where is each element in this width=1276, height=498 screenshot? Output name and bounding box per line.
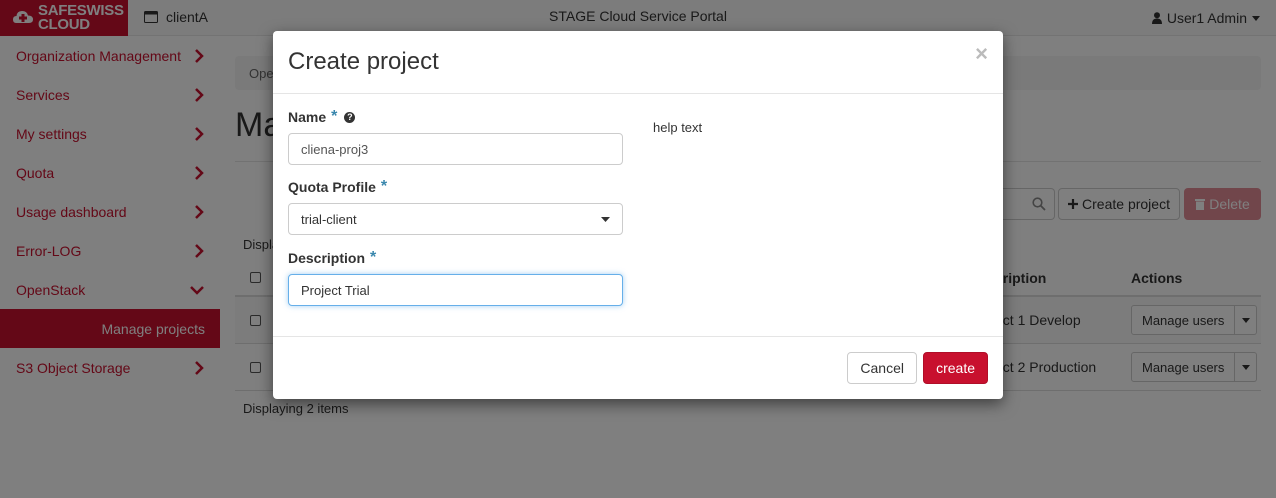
- modal-body: Name * ? help text Quota Profile * trial…: [273, 94, 1003, 336]
- cancel-button[interactable]: Cancel: [847, 352, 917, 384]
- quota-profile-select[interactable]: trial-client: [288, 203, 623, 235]
- close-icon[interactable]: ×: [975, 43, 988, 65]
- create-button[interactable]: create: [923, 352, 988, 384]
- description-label: Description *: [288, 249, 376, 267]
- quota-profile-value: trial-client: [301, 211, 357, 227]
- modal-title: Create project: [288, 48, 439, 75]
- description-label-text: Description: [288, 250, 366, 266]
- name-label-text: Name: [288, 109, 327, 125]
- required-asterisk: *: [370, 249, 377, 266]
- create-project-dialog: Create project × Name * ? help text Quot…: [273, 31, 1003, 399]
- required-asterisk: *: [380, 178, 388, 195]
- quota-profile-label-text: Quota Profile: [288, 179, 376, 195]
- modal-footer: Cancel create: [273, 336, 1003, 399]
- caret-down-icon: [601, 216, 610, 222]
- question-circle-icon[interactable]: ?: [344, 111, 356, 123]
- help-text: help text: [653, 120, 703, 135]
- quota-profile-label: Quota Profile *: [288, 178, 387, 196]
- description-input[interactable]: [288, 274, 623, 306]
- modal-header: Create project ×: [273, 31, 1003, 94]
- name-label: Name * ?: [288, 108, 356, 126]
- name-input[interactable]: [288, 133, 623, 165]
- required-asterisk: *: [331, 108, 338, 125]
